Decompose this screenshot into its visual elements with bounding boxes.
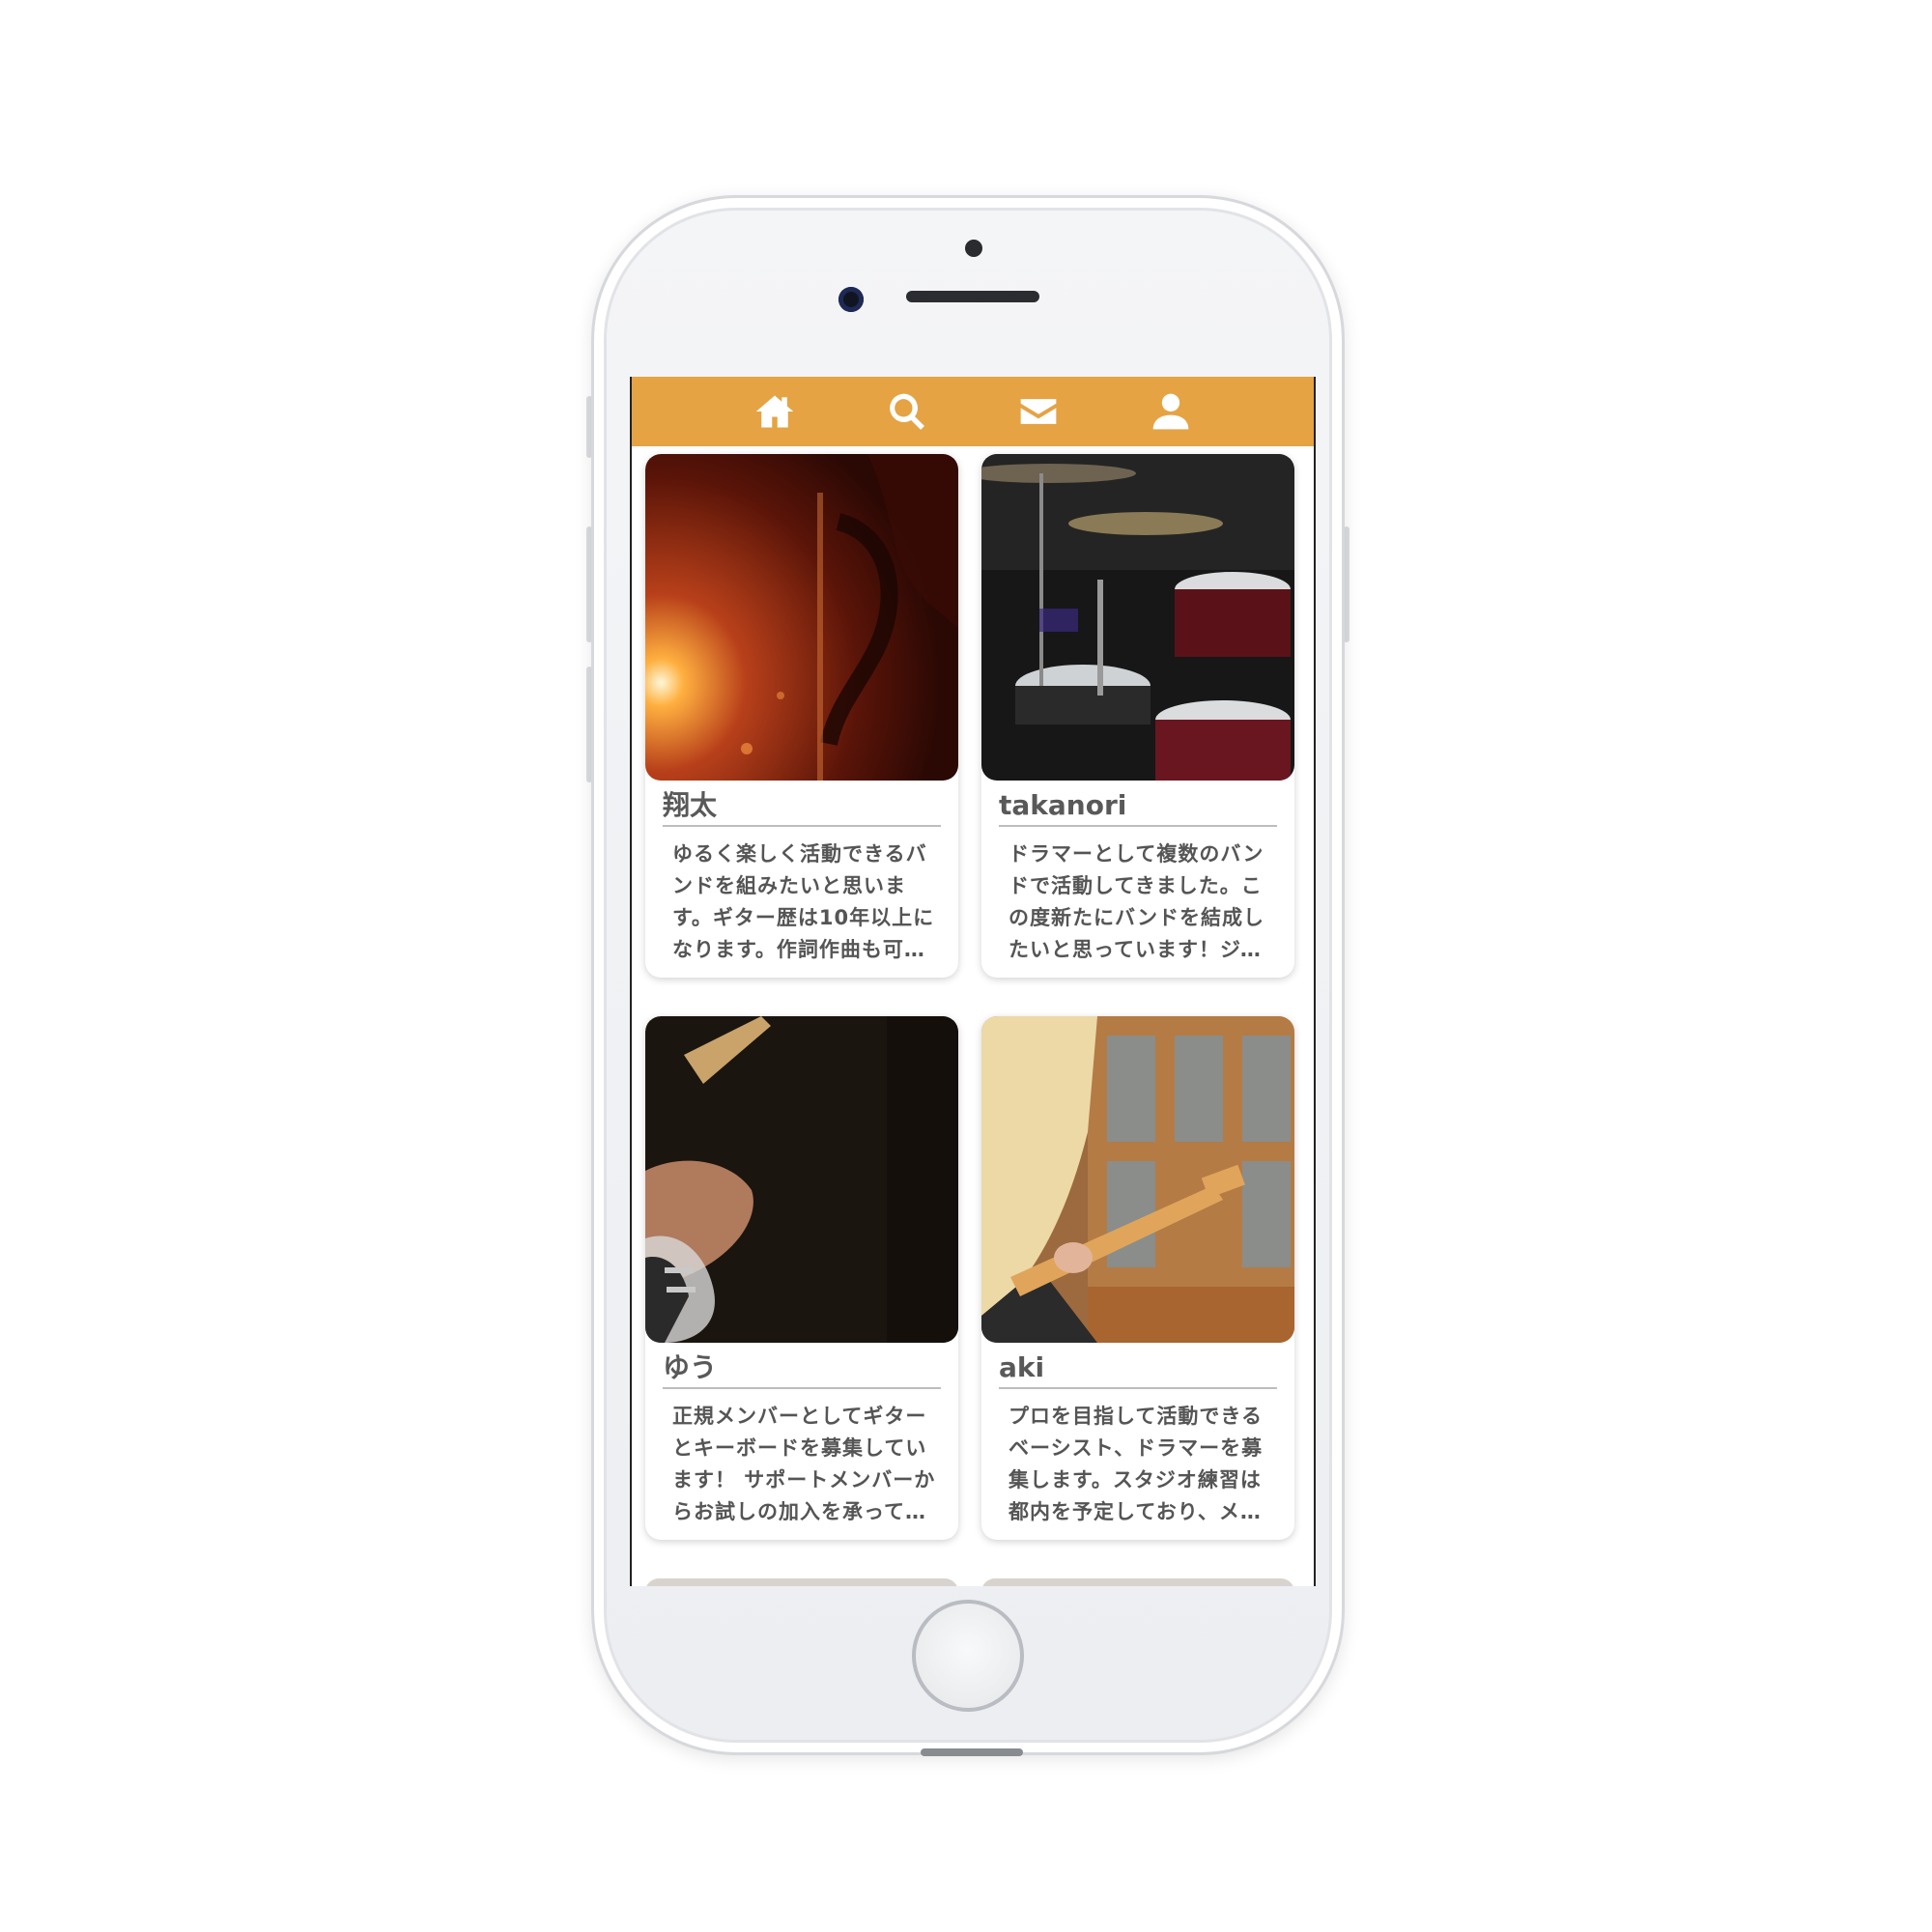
earpiece-speaker — [906, 291, 1039, 302]
profile-card[interactable]: ゆう 正規メンバーとしてギターとキーボードを募集しています！ サポートメンバーか… — [645, 1016, 958, 1540]
profile-card[interactable]: takanori ドラマーとして複数のバンドで活動してきました。この度新たにバン… — [981, 454, 1294, 978]
profile-card[interactable]: 翔太 ゆるく楽しく活動できるバンドを組みたいと思います。ギター歴は10年以上にな… — [645, 454, 958, 978]
guitarist-stage-photo — [645, 454, 958, 781]
home-icon[interactable] — [752, 388, 798, 435]
home-button[interactable] — [912, 1600, 1024, 1712]
nav-bar — [632, 377, 1314, 446]
profile-description: 正規メンバーとしてギターとキーボードを募集しています！ サポートメンバーからお試… — [672, 1405, 936, 1523]
profile-description: ゆるく楽しく活動できるバンドを組みたいと思います。ギター歴は10年以上になります… — [672, 842, 935, 961]
profile-card[interactable]: aki プロを目指して活動できるベーシスト、ドラマーを募集します。スタジオ練習は… — [981, 1016, 1294, 1540]
profile-description: ドラマーとして複数のバンドで活動してきました。この度新たにバンドを結成したいと思… — [1009, 842, 1265, 961]
front-camera — [838, 287, 864, 312]
proximity-sensor — [965, 240, 982, 257]
guitarist-window-photo — [981, 1016, 1294, 1343]
drum-kit-photo — [981, 454, 1294, 781]
bass-player-photo — [645, 1016, 958, 1343]
profile-name: 翔太 — [663, 786, 941, 827]
app-screen: 翔太 ゆるく楽しく活動できるバンドを組みたいと思います。ギター歴は10年以上にな… — [630, 377, 1316, 1586]
profile-name: takanori — [999, 786, 1277, 827]
user-icon[interactable] — [1148, 388, 1194, 435]
mail-icon[interactable] — [1015, 388, 1062, 435]
profile-card-peek — [645, 1578, 958, 1586]
profile-name: aki — [999, 1349, 1277, 1389]
profile-name: ゆう — [663, 1349, 941, 1389]
bottom-port — [921, 1748, 1023, 1756]
search-icon[interactable] — [884, 388, 930, 435]
profile-card-peek — [981, 1578, 1294, 1586]
profile-description: プロを目指して活動できるベーシスト、ドラマーを募集します。スタジオ練習は都内を予… — [1009, 1405, 1264, 1523]
